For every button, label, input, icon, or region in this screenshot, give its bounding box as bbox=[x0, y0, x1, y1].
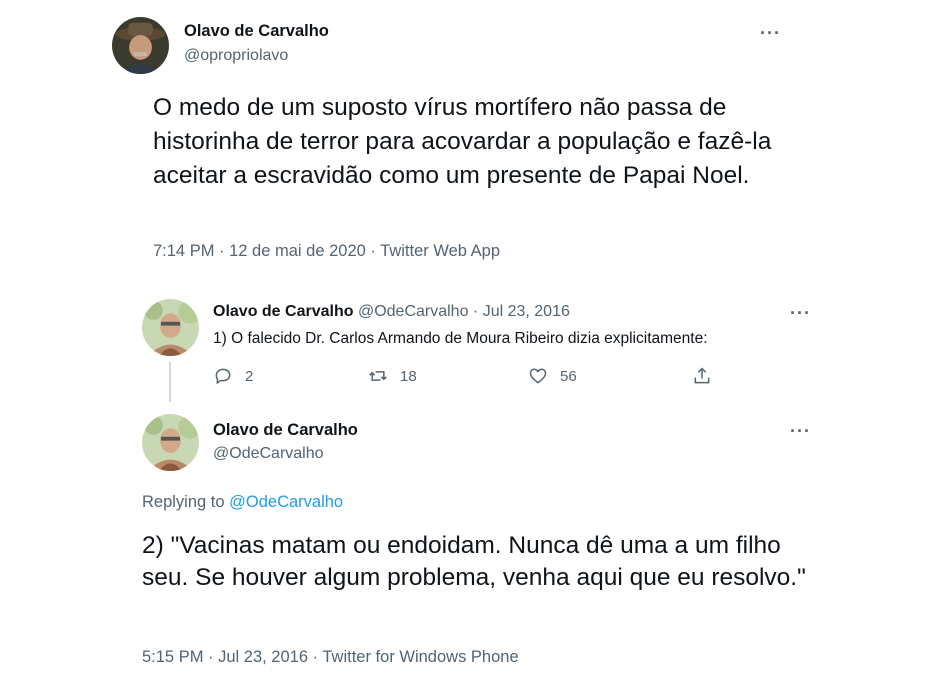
more-options-icon[interactable]: ··· bbox=[790, 422, 811, 440]
tweet-header: Olavo de Carvalho @OdeCarvalho · Jul 23,… bbox=[213, 303, 570, 321]
retweet-count: 18 bbox=[400, 367, 417, 385]
tweet-text: 2) "Vacinas matam ou endoidam. Nunca dê … bbox=[142, 532, 806, 591]
thread-connector-line bbox=[169, 362, 171, 402]
tweet-text: O medo de um suposto vírus mortífero não… bbox=[153, 94, 772, 189]
like-count: 56 bbox=[560, 367, 577, 385]
author-name[interactable]: Olavo de Carvalho bbox=[184, 22, 329, 41]
tweet-timestamp[interactable]: 5:15 PM · Jul 23, 2016 · Twitter for Win… bbox=[142, 648, 519, 667]
author-handle[interactable]: @OdeCarvalho bbox=[213, 445, 324, 463]
author-name[interactable]: Olavo de Carvalho bbox=[213, 303, 354, 320]
more-options-icon[interactable]: ··· bbox=[790, 304, 811, 322]
tweet-text: 1) O falecido Dr. Carlos Armando de Mour… bbox=[213, 330, 708, 347]
heart-icon bbox=[529, 368, 547, 384]
author-handle[interactable]: @OdeCarvalho bbox=[358, 303, 469, 320]
tweet-timestamp[interactable]: 7:14 PM · 12 de mai de 2020 · Twitter We… bbox=[153, 242, 500, 261]
avatar-image bbox=[142, 414, 199, 471]
author-handle[interactable]: @opropriolavo bbox=[184, 47, 288, 65]
share-icon bbox=[694, 367, 710, 384]
avatar[interactable] bbox=[142, 299, 199, 356]
retweet-button[interactable]: 18 bbox=[368, 366, 417, 386]
replying-to-link[interactable]: @OdeCarvalho bbox=[229, 493, 343, 511]
avatar[interactable] bbox=[112, 17, 169, 74]
avatar-image bbox=[112, 17, 169, 74]
replying-to-label: Replying to bbox=[142, 493, 230, 511]
retweet-icon bbox=[369, 371, 387, 381]
like-button[interactable]: 56 bbox=[528, 366, 577, 386]
replying-to: Replying to @OdeCarvalho bbox=[142, 493, 343, 512]
reply-count: 2 bbox=[245, 367, 254, 385]
more-options-icon[interactable]: ··· bbox=[760, 24, 781, 42]
avatar-image bbox=[142, 299, 199, 356]
author-name[interactable]: Olavo de Carvalho bbox=[213, 421, 358, 440]
share-button[interactable] bbox=[692, 366, 724, 386]
avatar[interactable] bbox=[142, 414, 199, 471]
reply-button[interactable]: 2 bbox=[213, 366, 253, 386]
reply-icon bbox=[215, 368, 231, 384]
tweet-date[interactable]: · Jul 23, 2016 bbox=[473, 303, 570, 320]
